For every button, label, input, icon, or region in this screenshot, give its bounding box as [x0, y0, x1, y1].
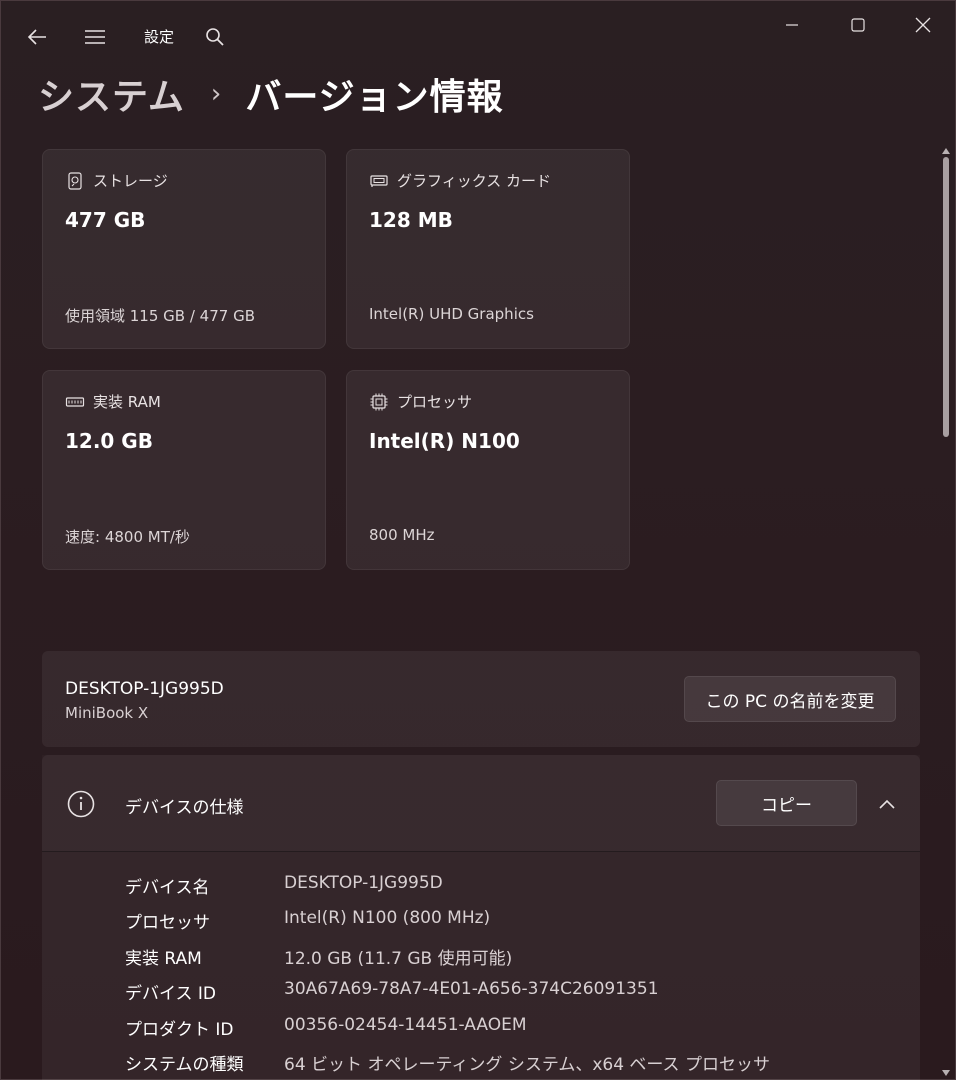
- spec-value: 12.0 GB (11.7 GB 使用可能): [284, 949, 513, 969]
- chevron-up-icon[interactable]: [874, 791, 900, 817]
- spec-label: デバイス ID: [125, 984, 216, 1004]
- scrollbar-thumb[interactable]: [943, 157, 949, 437]
- scroll-up-icon[interactable]: [941, 141, 951, 154]
- copy-button[interactable]: コピー: [716, 780, 857, 826]
- spec-row: 実装 RAM 12.0 GB (11.7 GB 使用可能): [42, 936, 920, 972]
- processor-card[interactable]: プロセッサ Intel(R) N100 800 MHz: [346, 370, 630, 570]
- device-specs-panel: デバイスの仕様 コピー デバイス名 DESKTOP-1JG995D プロセッサ …: [42, 755, 920, 1080]
- pc-name: DESKTOP-1JG995D: [65, 679, 224, 699]
- title-bar: 設定: [1, 1, 956, 71]
- hard-drive-icon: [68, 171, 82, 190]
- page-title: バージョン情報: [245, 77, 504, 118]
- spec-label: プロセッサ: [125, 913, 210, 933]
- spec-label: システムの種類: [125, 1055, 244, 1075]
- spec-value: DESKTOP-1JG995D: [284, 873, 443, 893]
- card-value: 128 MB: [369, 208, 453, 232]
- card-title: グラフィックス カード: [397, 172, 552, 190]
- spec-value: 00356-02454-14451-AAOEM: [284, 1015, 527, 1035]
- spec-row: プロダクト ID 00356-02454-14451-AAOEM: [42, 1007, 920, 1043]
- card-subtext: Intel(R) UHD Graphics: [369, 305, 534, 323]
- processor-icon: [370, 393, 388, 410]
- device-specs-title: デバイスの仕様: [125, 798, 244, 818]
- card-subtext: 速度: 4800 MT/秒: [65, 528, 190, 546]
- close-icon[interactable]: [901, 7, 945, 43]
- search-icon[interactable]: [201, 23, 229, 51]
- breadcrumb-separator: ›: [210, 79, 222, 109]
- device-specs-header[interactable]: デバイスの仕様 コピー: [42, 755, 920, 852]
- spec-row: システムの種類 64 ビット オペレーティング システム、x64 ベース プロセ…: [42, 1042, 920, 1078]
- ram-card[interactable]: 実装 RAM 12.0 GB 速度: 4800 MT/秒: [42, 370, 326, 570]
- rename-pc-button[interactable]: この PC の名前を変更: [684, 676, 896, 722]
- graphics-card-icon: [370, 174, 388, 187]
- card-value: 12.0 GB: [65, 429, 153, 453]
- card-subtext: 800 MHz: [369, 526, 435, 544]
- breadcrumb: システム › バージョン情報: [38, 69, 504, 119]
- minimize-icon[interactable]: [771, 7, 813, 43]
- card-value: 477 GB: [65, 208, 146, 232]
- hamburger-menu-icon[interactable]: [79, 23, 111, 51]
- pc-model: MiniBook X: [65, 704, 149, 722]
- spec-value: 30A67A69-78A7-4E01-A656-374C26091351: [284, 979, 659, 999]
- card-title: ストレージ: [93, 172, 168, 190]
- card-subtext: 使用領域 115 GB / 477 GB: [65, 307, 255, 325]
- spec-label: 実装 RAM: [125, 949, 202, 969]
- pc-name-panel: DESKTOP-1JG995D MiniBook X この PC の名前を変更: [42, 651, 920, 747]
- memory-icon: [65, 396, 85, 407]
- graphics-card[interactable]: グラフィックス カード 128 MB Intel(R) UHD Graphics: [346, 149, 630, 349]
- spec-label: プロダクト ID: [125, 1020, 234, 1040]
- spec-row: デバイス ID 30A67A69-78A7-4E01-A656-374C2609…: [42, 971, 920, 1007]
- card-title: 実装 RAM: [93, 393, 161, 411]
- spec-row: プロセッサ Intel(R) N100 (800 MHz): [42, 900, 920, 936]
- card-value: Intel(R) N100: [369, 429, 520, 453]
- maximize-icon[interactable]: [837, 7, 879, 43]
- spec-value: Intel(R) N100 (800 MHz): [284, 908, 491, 928]
- card-title: プロセッサ: [397, 393, 473, 411]
- info-icon: [66, 789, 96, 823]
- back-arrow-icon[interactable]: [21, 23, 53, 51]
- breadcrumb-parent[interactable]: システム: [38, 68, 185, 120]
- spec-row: デバイス名 DESKTOP-1JG995D: [42, 865, 920, 901]
- app-title: 設定: [144, 28, 175, 46]
- vertical-scrollbar[interactable]: [939, 141, 953, 1076]
- spec-value: 64 ビット オペレーティング システム、x64 ベース プロセッサ: [284, 1055, 770, 1075]
- storage-card[interactable]: ストレージ 477 GB 使用領域 115 GB / 477 GB: [42, 149, 326, 349]
- spec-label: デバイス名: [125, 878, 210, 898]
- scroll-down-icon[interactable]: [941, 1063, 951, 1076]
